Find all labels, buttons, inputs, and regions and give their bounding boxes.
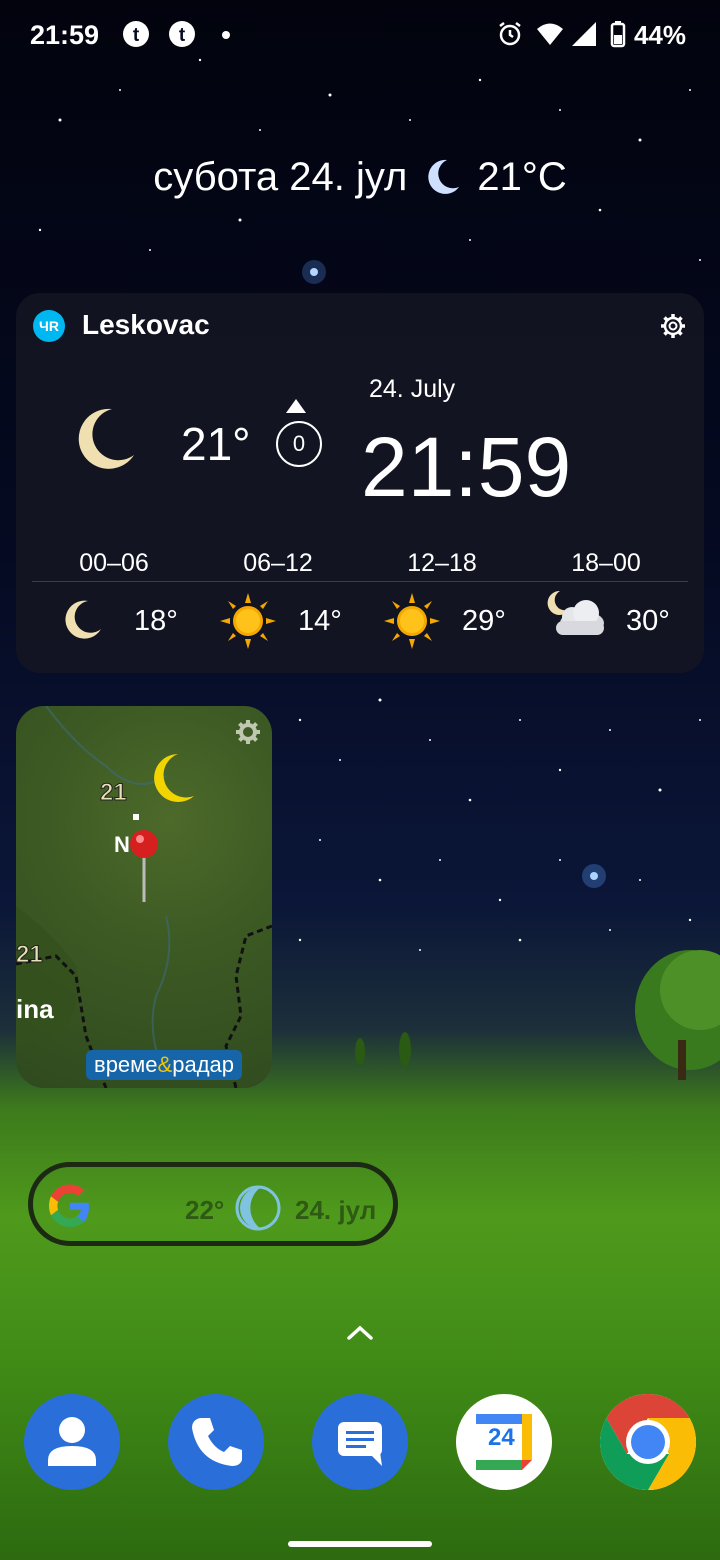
- svg-text:21: 21: [100, 779, 127, 806]
- svg-text:21: 21: [16, 941, 43, 968]
- person-icon: [48, 1417, 96, 1466]
- radar-map-widget[interactable]: 21 21 ina N време&радар: [16, 706, 272, 1088]
- battery-percentage: 44%: [633, 20, 686, 50]
- period-label: 12–18: [407, 549, 477, 577]
- period-label: 06–12: [243, 549, 313, 577]
- vreme-radar-logo: време&радар: [86, 1050, 242, 1080]
- chrome-icon: [599, 1394, 697, 1490]
- logo-text: време: [94, 1052, 158, 1077]
- map-background: 21 21 ina N: [16, 706, 272, 1088]
- wind-direction-icon: [286, 399, 306, 413]
- partly-cloudy-night-icon: [547, 590, 604, 635]
- tumblr-notification-icon: t: [169, 21, 195, 47]
- google-search-widget[interactable]: 22° 24. јул: [28, 1162, 398, 1246]
- current-temp: 21°: [181, 418, 251, 470]
- divider: [32, 581, 688, 582]
- date-text: субота 24. јул: [153, 154, 408, 199]
- moon-icon: [235, 1185, 281, 1231]
- gear-icon[interactable]: [234, 718, 262, 746]
- battery-icon: [610, 21, 626, 48]
- google-g-icon: [49, 1184, 89, 1227]
- calendar-day: 24: [488, 1424, 515, 1451]
- search-widget-date: 24. јул: [295, 1195, 377, 1225]
- cell-signal-icon: [572, 22, 596, 46]
- period-temp: 14°: [298, 605, 342, 637]
- period-label: 18–00: [571, 549, 641, 577]
- sun-icon: [220, 593, 276, 649]
- home-gesture-bar[interactable]: [288, 1541, 432, 1547]
- status-bar: 21:59 t t 44%: [0, 0, 720, 72]
- logo-text: радар: [172, 1052, 234, 1077]
- widget-date: 24. July: [369, 375, 456, 403]
- wifi-icon: [537, 23, 563, 45]
- period-temp: 29°: [462, 605, 506, 637]
- message-icon: [338, 1422, 382, 1466]
- period-temp: 18°: [134, 605, 178, 637]
- period-temp: 30°: [626, 605, 670, 637]
- period-label: 00–06: [79, 549, 149, 577]
- phone-icon: [192, 1418, 242, 1466]
- chevron-up-icon[interactable]: [344, 1320, 376, 1344]
- status-time: 21:59: [30, 20, 100, 50]
- chrome-app-icon[interactable]: [599, 1394, 697, 1490]
- moon-icon: [78, 408, 134, 469]
- calendar-app-icon[interactable]: 24: [456, 1394, 552, 1490]
- gear-icon[interactable]: [658, 311, 688, 341]
- current-temperature: 21°C: [477, 154, 567, 199]
- sun-icon: [384, 593, 440, 649]
- contacts-app-icon[interactable]: [24, 1394, 120, 1490]
- more-notifications-dot-icon: [222, 31, 230, 39]
- messages-app-icon[interactable]: [312, 1394, 408, 1490]
- alarm-icon: [499, 22, 521, 46]
- weather-widget[interactable]: ЧR Leskovac 21° 0 24. July 21:59 00–06 0…: [16, 293, 704, 673]
- moon-icon: [65, 600, 101, 639]
- search-widget-temp: 22°: [185, 1195, 225, 1225]
- city-name: Leskovac: [82, 309, 210, 340]
- svg-text:ina: ina: [16, 994, 54, 1024]
- yr-logo: ЧR: [33, 310, 65, 342]
- moon-icon: [428, 159, 460, 194]
- at-a-glance-date[interactable]: субота 24. јул 21°C: [0, 150, 720, 204]
- logo-ampersand: &: [157, 1052, 173, 1077]
- tumblr-notification-icon: t: [123, 21, 149, 47]
- svg-text:t: t: [133, 25, 140, 46]
- svg-text:t: t: [179, 25, 186, 46]
- phone-app-icon[interactable]: [168, 1394, 264, 1490]
- widget-time: 21:59: [361, 420, 572, 514]
- svg-text:N: N: [114, 832, 130, 857]
- wind-speed: 0: [276, 421, 322, 467]
